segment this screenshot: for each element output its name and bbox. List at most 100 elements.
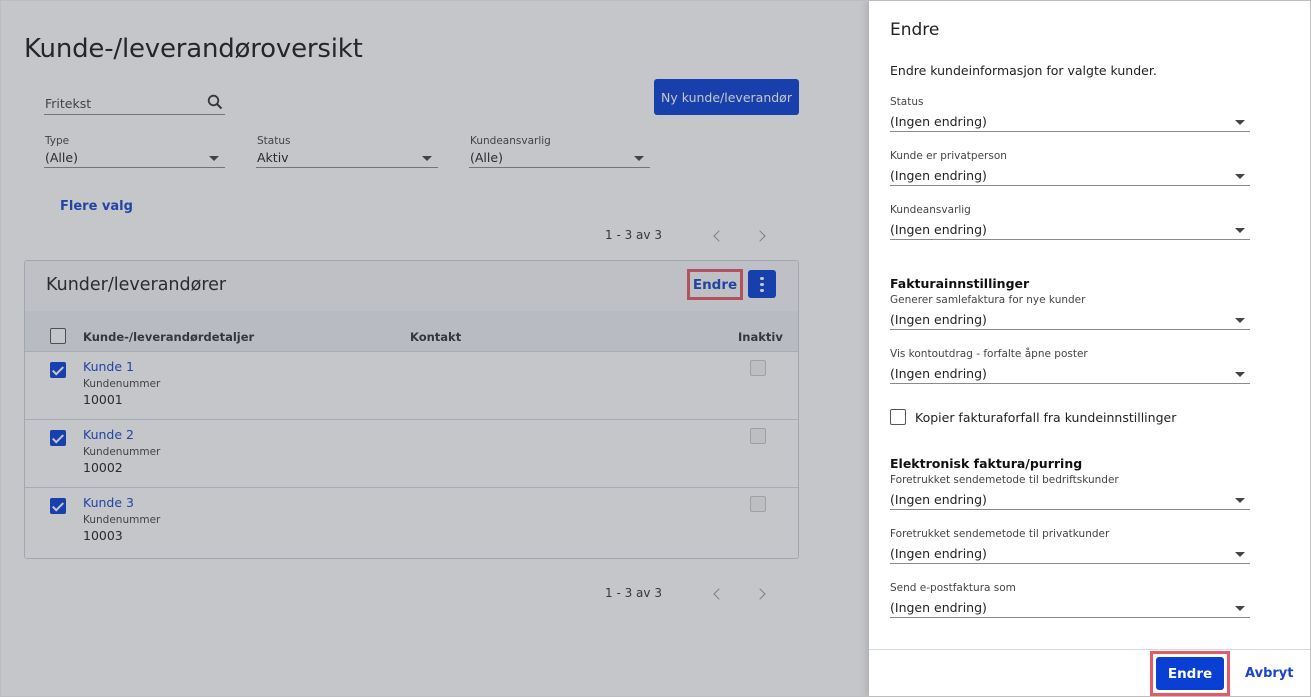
- responsible-select[interactable]: Kundeansvarlig (Ingen endring): [890, 204, 1250, 240]
- select-all-checkbox[interactable]: [50, 328, 66, 344]
- field-label: Kunde er privatperson: [890, 150, 1007, 162]
- row-checkbox[interactable]: [50, 362, 66, 378]
- status-select[interactable]: Status Aktiv: [256, 135, 438, 168]
- chevron-right-icon[interactable]: [754, 230, 766, 242]
- app-window: Kunde-/leverandøroversikt Fritekst Ny ku…: [0, 0, 1311, 697]
- chevron-down-icon: [422, 156, 432, 161]
- chevron-down-icon: [1235, 120, 1245, 125]
- kebab-dot: [760, 282, 764, 286]
- card-header: Kunder/leverandører Endre: [25, 261, 798, 311]
- search-input[interactable]: Fritekst: [44, 91, 225, 115]
- field-label: Kundeansvarlig: [890, 204, 971, 216]
- customer-number: 10003: [83, 528, 123, 543]
- customer-name-link[interactable]: Kunde 3: [83, 495, 134, 510]
- panel-description: Endre kundeinformasjon for valgte kunder…: [890, 63, 1157, 78]
- chevron-left-icon[interactable]: [713, 230, 725, 242]
- responsible-label: Kundeansvarlig: [470, 135, 551, 147]
- chevron-right-icon[interactable]: [754, 588, 766, 600]
- customer-number-label: Kundenummer: [83, 446, 161, 458]
- chevron-down-icon: [1235, 228, 1245, 233]
- search-icon[interactable]: [207, 94, 223, 110]
- chevron-down-icon: [634, 156, 644, 161]
- pagination-text: 1 - 3 av 3: [605, 586, 662, 600]
- type-value: (Alle): [45, 150, 78, 165]
- einvoice-heading: Elektronisk faktura/purring: [890, 456, 1083, 471]
- kebab-dot: [760, 276, 764, 280]
- pagination-top: 1 - 3 av 3: [605, 228, 662, 242]
- field-label: Vis kontoutdrag - forfalte åpne poster: [890, 348, 1088, 360]
- customer-number-label: Kundenummer: [83, 514, 161, 526]
- copy-due-date-checkbox[interactable]: [890, 409, 906, 425]
- page-title: Kunde-/leverandøroversikt: [24, 34, 363, 64]
- pagination-text: 1 - 3 av 3: [605, 228, 662, 242]
- panel-title: Endre: [890, 20, 940, 40]
- collective-invoice-select[interactable]: Generer samlefaktura for nye kunder (Ing…: [890, 294, 1250, 330]
- customer-supplier-card: Kunder/leverandører Endre Kunde-/leveran…: [24, 260, 799, 559]
- field-label: Foretrukket sendemetode til privatkunder: [890, 528, 1110, 540]
- field-value: (Ingen endring): [890, 492, 987, 507]
- column-header-inactive[interactable]: Inaktiv: [738, 330, 783, 344]
- private-send-method-select[interactable]: Foretrukket sendemetode til privatkunder…: [890, 528, 1250, 564]
- status-label: Status: [257, 135, 291, 147]
- table-row[interactable]: Kunde 1 Kundenummer 10001: [25, 352, 798, 420]
- customer-name-link[interactable]: Kunde 2: [83, 427, 134, 442]
- submit-highlight: Endre: [1150, 651, 1230, 696]
- responsible-value: (Alle): [470, 150, 503, 165]
- copy-due-date-label[interactable]: Kopier fakturaforfall fra kundeinnstilli…: [915, 410, 1176, 425]
- field-value: (Ingen endring): [890, 168, 987, 183]
- table-row[interactable]: Kunde 3 Kundenummer 10003: [25, 488, 798, 556]
- invoice-settings-heading: Fakturainnstillinger: [890, 276, 1030, 291]
- edit-panel: Endre Endre kundeinformasjon for valgte …: [869, 1, 1310, 696]
- inactive-checkbox: [750, 428, 766, 444]
- type-select[interactable]: Type (Alle): [44, 135, 225, 168]
- field-label: Foretrukket sendemetode til bedriftskund…: [890, 474, 1119, 486]
- column-header-contact[interactable]: Kontakt: [410, 330, 461, 344]
- chevron-down-icon: [1235, 174, 1245, 179]
- table-header: Kunde-/leverandørdetaljer Kontakt Inakti…: [25, 311, 798, 352]
- more-options-link[interactable]: Flere valg: [60, 199, 133, 214]
- email-invoice-format-select[interactable]: Send e-postfaktura som (Ingen endring): [890, 582, 1250, 618]
- table-row[interactable]: Kunde 2 Kundenummer 10002: [25, 420, 798, 488]
- more-actions-button[interactable]: [748, 270, 776, 298]
- customer-number: 10001: [83, 392, 123, 407]
- main-content: Kunde-/leverandøroversikt Fritekst Ny ku…: [1, 1, 869, 696]
- status-select[interactable]: Status (Ingen endring): [890, 96, 1250, 132]
- row-checkbox[interactable]: [50, 498, 66, 514]
- status-value: Aktiv: [257, 150, 289, 165]
- field-label: Generer samlefaktura for nye kunder: [890, 294, 1086, 306]
- type-label: Type: [45, 135, 70, 147]
- chevron-down-icon: [209, 156, 219, 161]
- chevron-left-icon[interactable]: [713, 588, 725, 600]
- chevron-down-icon: [1235, 552, 1245, 557]
- account-statement-select[interactable]: Vis kontoutdrag - forfalte åpne poster (…: [890, 348, 1250, 384]
- field-label: Send e-postfaktura som: [890, 582, 1016, 594]
- private-person-select[interactable]: Kunde er privatperson (Ingen endring): [890, 150, 1250, 186]
- cancel-button[interactable]: Avbryt: [1245, 666, 1293, 681]
- kebab-dot: [760, 288, 764, 292]
- customer-number-label: Kundenummer: [83, 378, 161, 390]
- field-value: (Ingen endring): [890, 366, 987, 381]
- card-title: Kunder/leverandører: [46, 275, 227, 295]
- business-send-method-select[interactable]: Foretrukket sendemetode til bedriftskund…: [890, 474, 1250, 510]
- field-value: (Ingen endring): [890, 546, 987, 561]
- field-value: (Ingen endring): [890, 114, 987, 129]
- new-customer-supplier-button[interactable]: Ny kunde/leverandør: [654, 79, 799, 115]
- search-placeholder: Fritekst: [45, 96, 92, 111]
- chevron-down-icon: [1235, 372, 1245, 377]
- chevron-down-icon: [1235, 318, 1245, 323]
- edit-button[interactable]: Endre: [687, 269, 743, 300]
- customer-name-link[interactable]: Kunde 1: [83, 359, 134, 374]
- responsible-select[interactable]: Kundeansvarlig (Alle): [469, 135, 650, 168]
- row-checkbox[interactable]: [50, 430, 66, 446]
- field-value: (Ingen endring): [890, 600, 987, 615]
- chevron-down-icon: [1235, 498, 1245, 503]
- pagination-bottom: 1 - 3 av 3: [605, 586, 662, 600]
- column-header-details[interactable]: Kunde-/leverandørdetaljer: [83, 330, 254, 344]
- field-value: (Ingen endring): [890, 312, 987, 327]
- field-value: (Ingen endring): [890, 222, 987, 237]
- inactive-checkbox: [750, 496, 766, 512]
- field-label: Status: [890, 96, 924, 108]
- customer-number: 10002: [83, 460, 123, 475]
- chevron-down-icon: [1235, 606, 1245, 611]
- submit-edit-button[interactable]: Endre: [1156, 657, 1224, 690]
